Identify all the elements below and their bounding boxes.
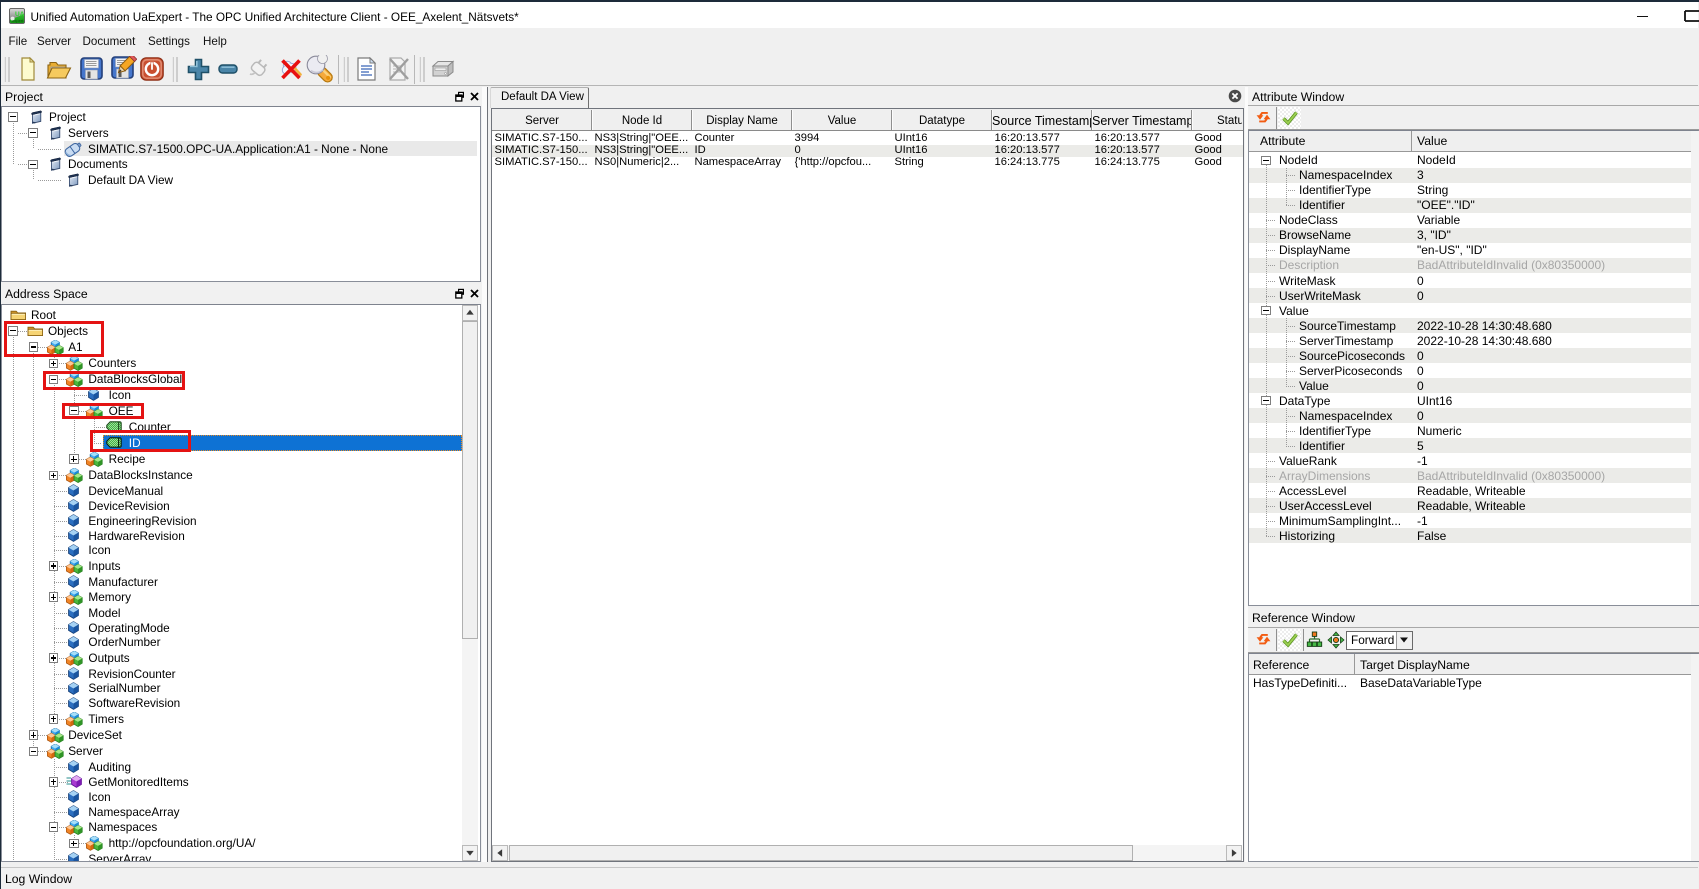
svg-text:UA: UA — [15, 11, 25, 18]
svg-text:expert: expert — [12, 18, 24, 23]
